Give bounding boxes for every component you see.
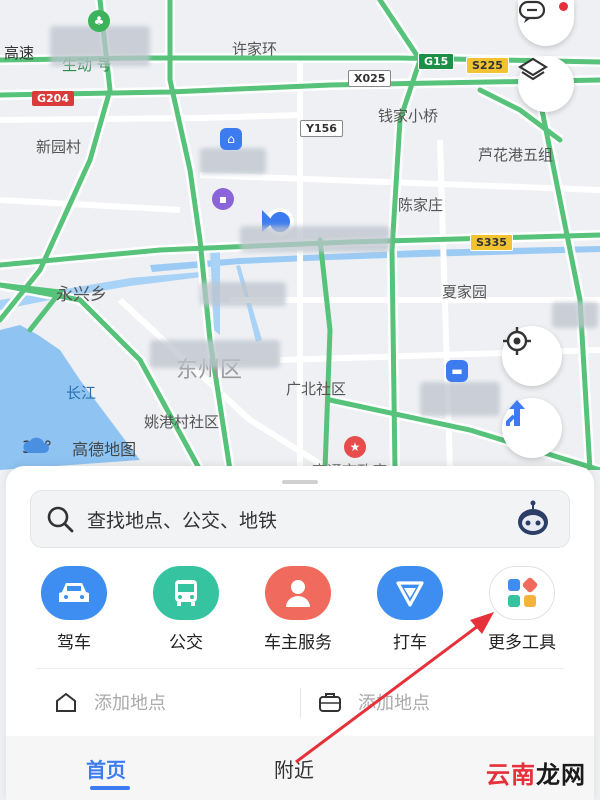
- map-brand: 高德地图: [72, 440, 137, 459]
- car-icon: [59, 583, 89, 602]
- tool-taxi[interactable]: 打车: [360, 566, 460, 653]
- watermark-logo: 云南龙网: [486, 755, 586, 790]
- tool-row: 驾车 公交 车主服务 打车 更多工具: [6, 566, 594, 656]
- home-icon: [56, 692, 76, 712]
- tab-home-indicator: [90, 786, 130, 790]
- unread-dot: [559, 2, 568, 11]
- tab-nearby[interactable]: 附近: [274, 754, 314, 783]
- map-label-luhuagang: 芦花港五组: [478, 146, 554, 164]
- redacted-area: [420, 382, 500, 416]
- add-home-place[interactable]: 添加地点: [54, 680, 166, 724]
- poi-shop-icon[interactable]: ▪: [212, 188, 234, 210]
- search-placeholder: 查找地点、公交、地铁: [87, 509, 278, 532]
- tab-home[interactable]: 首页: [86, 754, 126, 783]
- tool-drive-label: 驾车: [57, 633, 91, 653]
- tool-more-label: 更多工具: [488, 633, 556, 653]
- tool-bus-circle: [153, 566, 219, 620]
- bus-icon: [175, 580, 197, 606]
- map-label-xinyuancun: 新园村: [36, 138, 82, 156]
- poi-building-icon[interactable]: ⌂: [220, 128, 242, 150]
- tool-taxi-circle: [377, 566, 443, 620]
- tool-bus[interactable]: 公交: [136, 566, 236, 653]
- map-label-xiajiayuan: 夏家园: [442, 283, 488, 301]
- road-shield-g15: G15: [418, 53, 455, 70]
- cloud-icon: [23, 437, 49, 453]
- watermark-part2: 龙网: [536, 761, 586, 789]
- tool-owner-service[interactable]: 车主服务: [248, 566, 348, 653]
- watermark-part1: 云南: [486, 761, 536, 789]
- map-label-chenjiazhuang: 陈家庄: [398, 196, 444, 214]
- tool-drive-circle: [41, 566, 107, 620]
- taxi-icon: [396, 581, 424, 607]
- divider: [300, 688, 301, 718]
- map-label-gaosu: 高速: [4, 44, 35, 62]
- route-arrow-icon: [506, 400, 525, 426]
- road-shield-g204: G204: [32, 91, 74, 106]
- map-label-yaogang: 姚港村社区: [144, 413, 220, 431]
- map-label-qianjiaxiaoqiao: 钱家小桥: [378, 107, 439, 125]
- redacted-area: [200, 282, 286, 306]
- bottom-sheet[interactable]: 查找地点、公交、地铁 驾车 公交 车主服务 打车 更多工具 添加地点 添加地点 …: [6, 466, 594, 800]
- add-place-label: 添加地点: [94, 693, 166, 714]
- tool-taxi-label: 打车: [393, 633, 427, 653]
- sheet-drag-handle[interactable]: [282, 480, 318, 484]
- poi-government-icon[interactable]: ★: [344, 436, 366, 458]
- road-shield-s225: S225: [466, 57, 509, 74]
- tool-owner-service-circle: [265, 566, 331, 620]
- layers-button[interactable]: [518, 56, 574, 112]
- tool-bus-label: 公交: [169, 633, 203, 653]
- message-icon: [518, 0, 546, 23]
- layers-icon: [518, 57, 548, 81]
- redacted-area: [200, 148, 266, 174]
- redacted-area: [240, 226, 390, 252]
- tool-more[interactable]: 更多工具: [472, 566, 572, 653]
- map-label-xujiahuan: 许家环: [232, 40, 278, 58]
- navigation-button[interactable]: [502, 398, 562, 458]
- map-label-yongxingxiang: 永兴乡: [56, 285, 107, 305]
- road-shield-y156: Y156: [300, 120, 343, 137]
- poi-bus-icon[interactable]: ▬: [446, 360, 468, 382]
- voice-assistant-icon[interactable]: [513, 499, 553, 539]
- road-shield-x025: X025: [348, 70, 392, 87]
- tool-owner-service-label: 车主服务: [264, 633, 332, 653]
- locate-icon: [503, 327, 531, 355]
- divider: [36, 668, 564, 669]
- poi-park-icon[interactable]: ♣: [88, 10, 110, 32]
- tool-drive[interactable]: 驾车: [24, 566, 124, 653]
- add-place-label: 添加地点: [358, 693, 430, 714]
- redacted-area: [552, 302, 598, 328]
- redacted-area: [150, 340, 280, 368]
- road-shield-s335: S335: [470, 234, 513, 251]
- weather-widget[interactable]: 30° 高德地图: [22, 436, 136, 460]
- more-tools-icon: [508, 577, 538, 607]
- map-label-changjiang: 长江: [66, 384, 97, 402]
- redacted-area: [50, 26, 150, 66]
- person-icon: [286, 580, 310, 607]
- add-work-place[interactable]: 添加地点: [318, 680, 430, 724]
- search-icon: [47, 506, 74, 533]
- tool-more-circle: [489, 566, 555, 620]
- locate-button[interactable]: [502, 326, 562, 386]
- briefcase-icon: [319, 693, 341, 712]
- map-label-guangbei: 广北社区: [286, 380, 347, 398]
- search-bar[interactable]: 查找地点、公交、地铁: [30, 490, 570, 548]
